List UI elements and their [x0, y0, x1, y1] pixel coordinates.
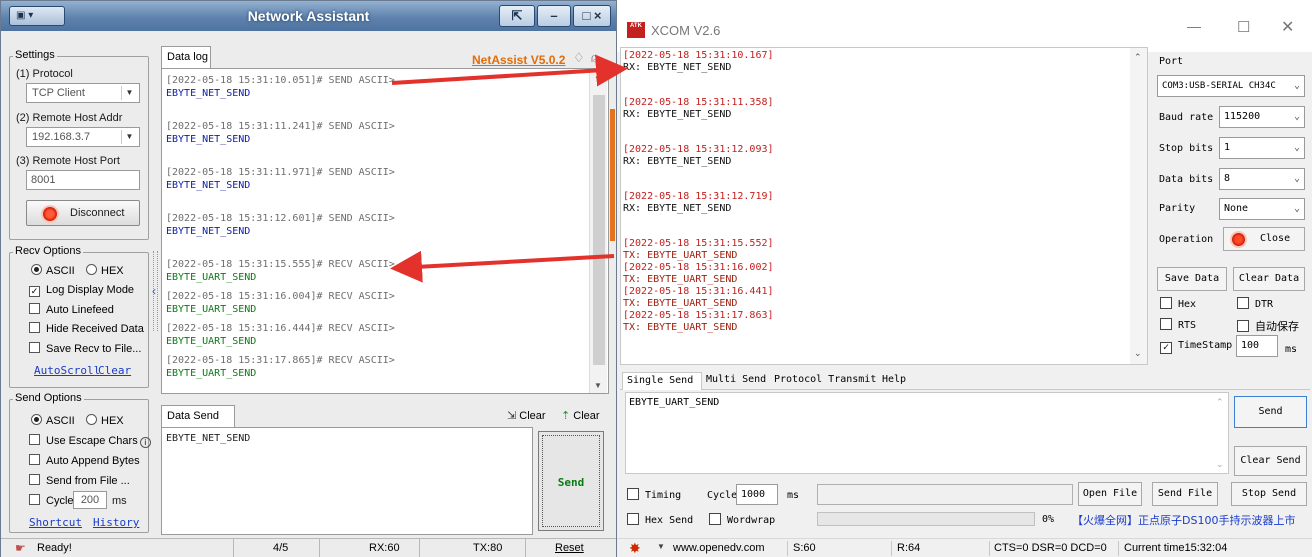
send-arrow	[391, 54, 628, 87]
annotation-arrows	[390, 54, 628, 283]
recv-arrow	[390, 250, 615, 283]
